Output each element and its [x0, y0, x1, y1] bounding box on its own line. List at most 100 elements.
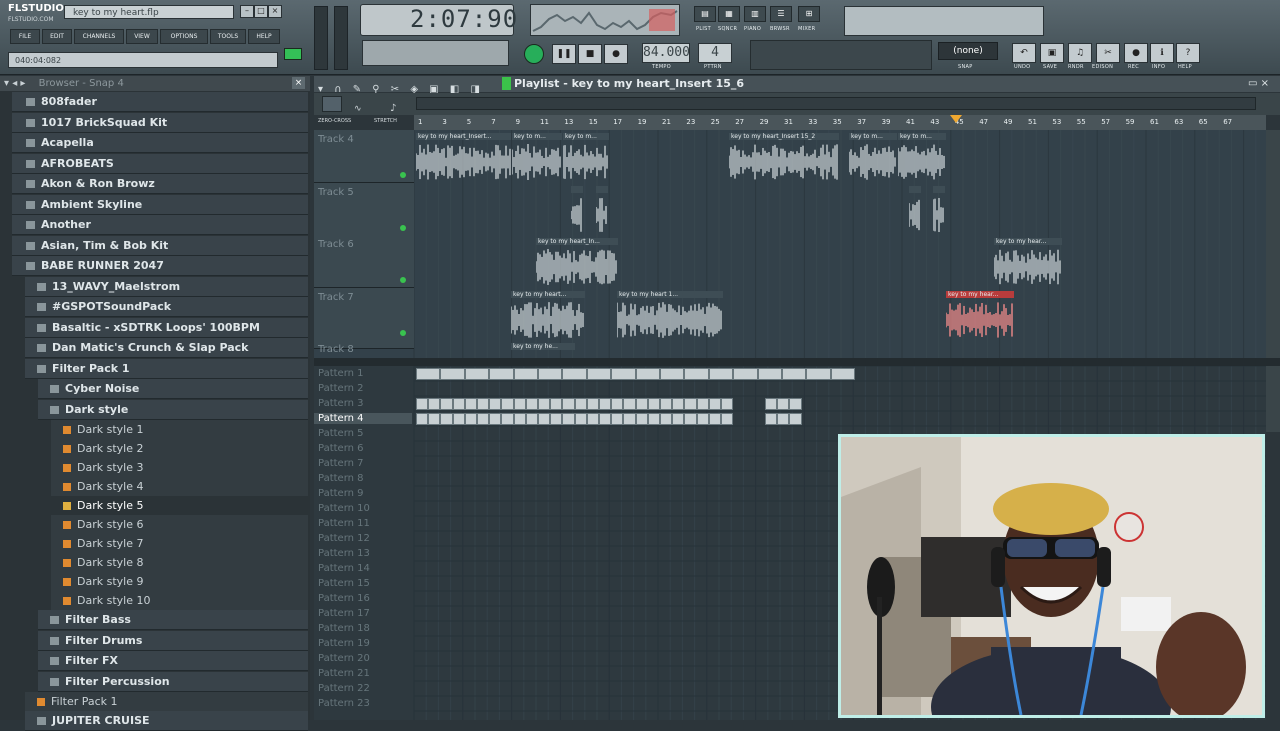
pattern-row-label[interactable]: Pattern 3: [318, 398, 364, 409]
browser-file-item[interactable]: Dark style 3: [51, 458, 308, 477]
browser-nav-icons[interactable]: ▾ ◂ ▸: [4, 78, 25, 89]
pattern-block[interactable]: [440, 368, 465, 380]
save-button[interactable]: ▣: [1040, 43, 1064, 63]
audio-clip[interactable]: key to m...: [563, 133, 609, 181]
pattern-song-toggle[interactable]: [524, 44, 544, 64]
pattern-block[interactable]: [489, 368, 514, 380]
pattern-block[interactable]: [599, 413, 612, 425]
undo-button[interactable]: ↶: [1012, 43, 1036, 63]
playlist-automation-icon[interactable]: ∿: [354, 96, 374, 114]
help-button[interactable]: ?: [1176, 43, 1200, 63]
pattern-row-label[interactable]: Pattern 11: [318, 518, 370, 529]
view-piano-button[interactable]: ▥: [744, 6, 766, 22]
pattern-block[interactable]: [708, 368, 734, 380]
pattern-block[interactable]: [708, 413, 721, 425]
pattern-block[interactable]: [599, 398, 612, 410]
pattern-block[interactable]: [777, 413, 790, 425]
recording-button[interactable]: ●: [1124, 43, 1148, 63]
pattern-block[interactable]: [428, 413, 441, 425]
view-mixer-button[interactable]: ⊞: [798, 6, 820, 22]
pattern-block[interactable]: [513, 413, 526, 425]
pattern-block[interactable]: [538, 398, 551, 410]
pattern-block[interactable]: [416, 368, 441, 380]
browser-folder-item[interactable]: Filter Percussion: [38, 671, 308, 692]
track-mute-led[interactable]: [400, 277, 406, 283]
browser-file-item[interactable]: Dark style 10: [51, 591, 308, 610]
pattern-row-label[interactable]: Pattern 4: [314, 413, 412, 424]
view-sequencer-button[interactable]: ▦: [718, 6, 740, 22]
pattern-block[interactable]: [777, 398, 790, 410]
pattern-block[interactable]: [562, 413, 575, 425]
pattern-block[interactable]: [562, 398, 575, 410]
pattern-block[interactable]: [696, 398, 709, 410]
pattern-block[interactable]: [586, 368, 612, 380]
tracks-vertical-scrollbar[interactable]: [1266, 130, 1280, 358]
render-button[interactable]: ♫: [1068, 43, 1092, 63]
audio-clip[interactable]: key to m...: [512, 133, 562, 181]
pattern-block[interactable]: [684, 413, 697, 425]
pattern-block[interactable]: [733, 368, 758, 380]
pattern-block[interactable]: [416, 398, 429, 410]
pattern-block[interactable]: [464, 413, 477, 425]
browser-file-item[interactable]: Dark style 8: [51, 553, 308, 572]
pattern-block[interactable]: [562, 368, 587, 380]
patterns-vertical-scrollbar[interactable]: [1266, 366, 1280, 432]
pattern-block[interactable]: [513, 368, 538, 380]
playlist-splitter[interactable]: [314, 358, 1280, 366]
pattern-block[interactable]: [660, 368, 685, 380]
pattern-block[interactable]: [452, 398, 465, 410]
menu-edit[interactable]: EDIT: [42, 29, 72, 44]
browser-file-item[interactable]: Filter Pack 1: [25, 692, 308, 711]
pattern-block[interactable]: [440, 413, 453, 425]
tempo-display[interactable]: 84.000: [642, 43, 690, 63]
pattern-row-label[interactable]: Pattern 13: [318, 548, 370, 559]
master-pitch-slider[interactable]: [334, 6, 348, 70]
playlist-horizontal-scrollbar[interactable]: [416, 97, 1256, 110]
pattern-row-label[interactable]: Pattern 22: [318, 683, 370, 694]
pattern-block[interactable]: [501, 398, 514, 410]
browser-folder-item[interactable]: AFROBEATS: [12, 153, 308, 174]
master-volume-slider[interactable]: [314, 6, 328, 70]
pattern-block[interactable]: [464, 398, 477, 410]
track-mute-led[interactable]: [400, 172, 406, 178]
browser-folder-item[interactable]: Cyber Noise: [38, 379, 308, 399]
pattern-row-label[interactable]: Pattern 1: [318, 368, 364, 379]
audio-clip[interactable]: key to my heart...: [511, 290, 585, 339]
pattern-row-label[interactable]: Pattern 7: [318, 458, 364, 469]
pattern-number-display[interactable]: 4: [698, 43, 732, 63]
browser-file-item[interactable]: Dark style 2: [51, 439, 308, 458]
pattern-block[interactable]: [574, 413, 587, 425]
browser-file-item[interactable]: Dark style 1: [51, 420, 308, 439]
pattern-block[interactable]: [489, 413, 502, 425]
browser-file-item[interactable]: Dark style 7: [51, 534, 308, 553]
audio-clip[interactable]: key to my heart_Insert 15_2: [729, 133, 839, 181]
pattern-row-label[interactable]: Pattern 19: [318, 638, 370, 649]
audio-clip[interactable]: key to my he...: [511, 343, 575, 353]
pattern-block[interactable]: [647, 413, 660, 425]
browser-folder-item[interactable]: Acapella: [12, 133, 308, 153]
recording-options-panel[interactable]: [750, 40, 932, 70]
track-mute-led[interactable]: [400, 329, 406, 336]
pattern-block[interactable]: [538, 368, 563, 380]
pattern-block[interactable]: [672, 398, 685, 410]
pattern-block[interactable]: [708, 398, 721, 410]
browser-folder-item[interactable]: Basaltic - xSDTRK Loops' 100BPM: [25, 317, 308, 338]
track-mute-led[interactable]: [400, 224, 406, 231]
pattern-block[interactable]: [721, 398, 734, 410]
pattern-block[interactable]: [623, 398, 636, 410]
stretch-toggle[interactable]: STRETCH: [374, 118, 397, 124]
menu-view[interactable]: VIEW: [126, 29, 158, 44]
browser-folder-item[interactable]: JUPITER CRUISE: [25, 711, 308, 731]
audio-clip[interactable]: key to my heart 1...: [617, 290, 723, 339]
edison-button[interactable]: ✂: [1096, 43, 1120, 63]
browser-folder-item[interactable]: Filter Pack 1: [25, 358, 308, 379]
audio-clip[interactable]: key to my hear...: [946, 290, 1014, 339]
menu-channels[interactable]: CHANNELS: [74, 29, 124, 44]
online-indicator[interactable]: [284, 48, 302, 60]
pattern-block[interactable]: [789, 413, 802, 425]
playhead-marker-icon[interactable]: [950, 115, 962, 123]
browser-folder-item[interactable]: Filter Drums: [38, 630, 308, 651]
pattern-block[interactable]: [696, 413, 709, 425]
browser-folder-item[interactable]: Filter FX: [38, 651, 308, 671]
pattern-block[interactable]: [428, 398, 441, 410]
